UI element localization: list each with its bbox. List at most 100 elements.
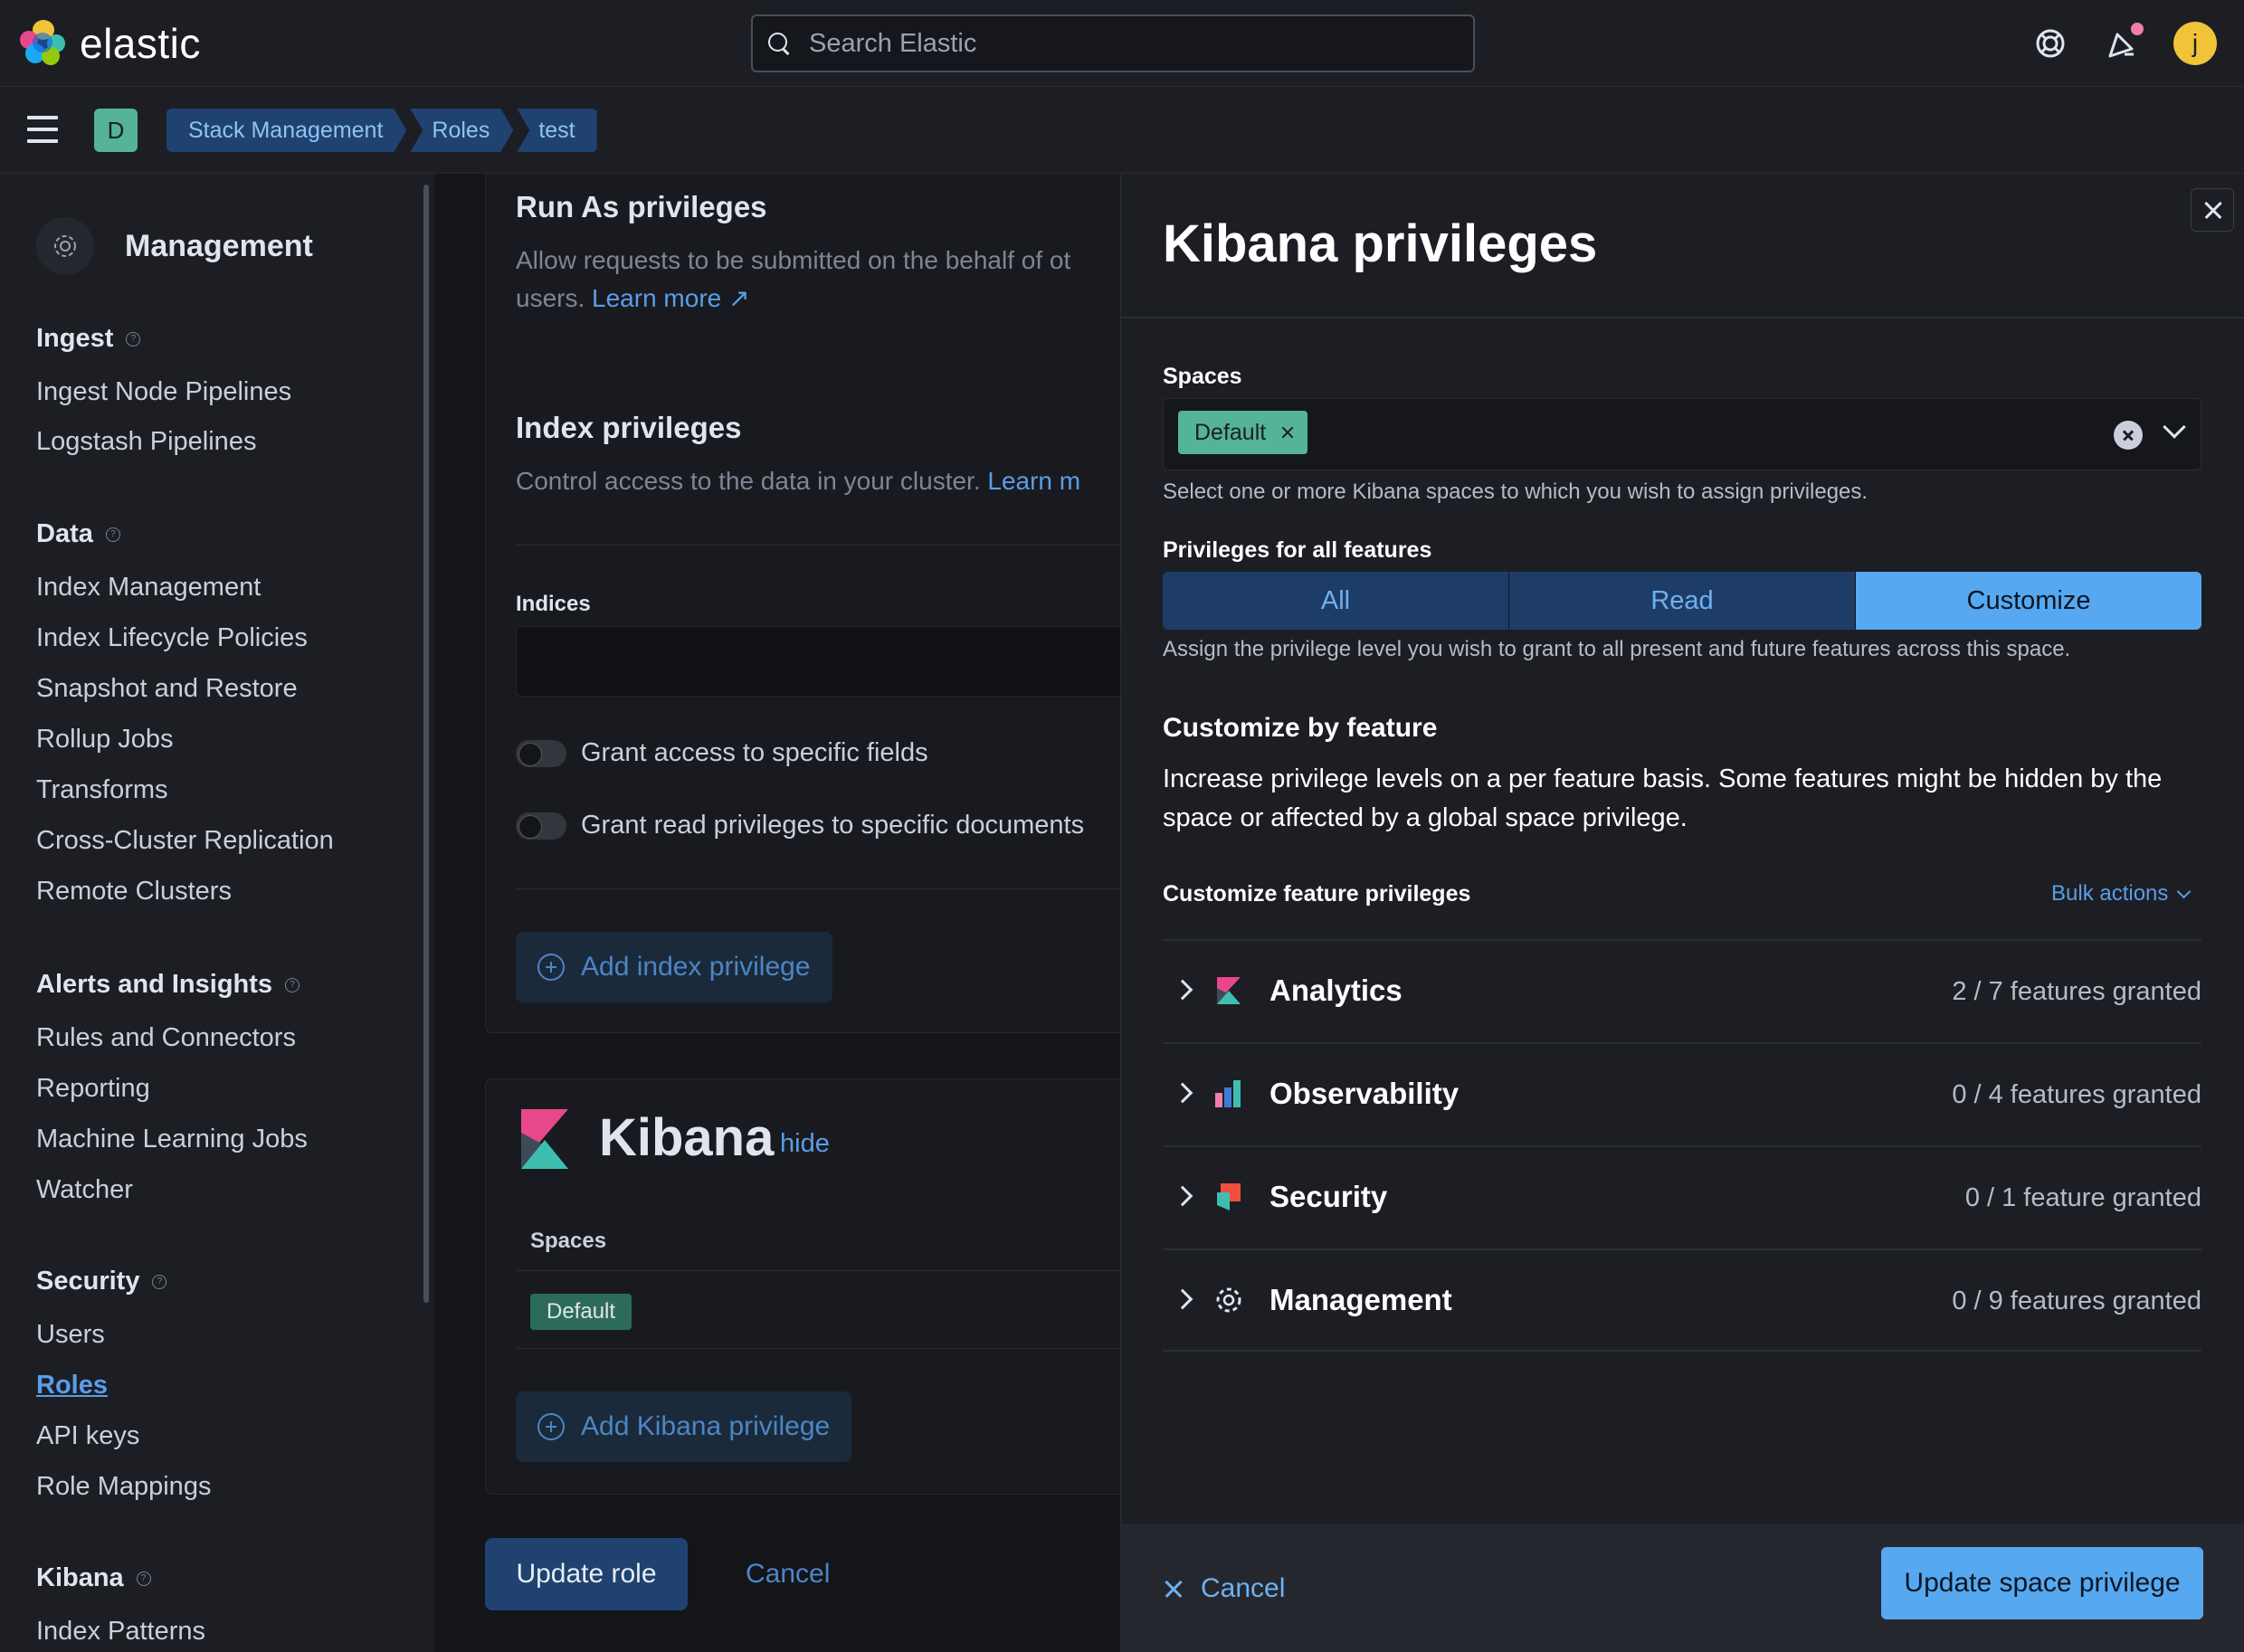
info-icon: ? [105,527,120,542]
divider [516,1270,1122,1271]
learn-more-link[interactable]: Learn more [592,284,721,312]
hide-kibana-link[interactable]: hide [780,1129,830,1159]
flyout-title: Kibana privileges [1163,214,1598,273]
menu-toggle-icon[interactable] [27,116,58,143]
flyout-cancel-button[interactable]: Cancel [1163,1563,1285,1614]
sidebar-item-ingest-node-pipelines[interactable]: Ingest Node Pipelines [36,377,291,407]
chevron-right-icon[interactable] [1172,1082,1193,1104]
feature-count: 2 / 7 features granted [1952,977,2201,1006]
gear-icon [36,217,94,275]
privilege-all-button[interactable]: All [1163,572,1509,630]
breadcrumb-bar: D Stack Management Roles test [0,87,2244,174]
sidebar-item-cross-cluster-replication[interactable]: Cross-Cluster Replication [36,826,334,856]
sidebar-item-snapshot-and-restore[interactable]: Snapshot and Restore [36,674,298,704]
sidebar-item-reporting[interactable]: Reporting [36,1074,150,1104]
news-feed-icon[interactable] [2101,22,2144,65]
indices-input[interactable] [516,626,1122,697]
indices-label: Indices [516,592,591,616]
add-index-privilege-button[interactable]: Add index privilege [516,932,832,1002]
selected-space-pill: Default [1178,411,1308,454]
chevron-right-icon[interactable] [1172,1288,1193,1310]
sidebar-item-index-patterns[interactable]: Index Patterns [36,1617,205,1647]
info-icon: ? [285,977,300,992]
bulk-actions-button[interactable]: Bulk actions [2051,881,2192,907]
remove-space-icon[interactable] [1280,426,1293,439]
sidebar-item-rollup-jobs[interactable]: Rollup Jobs [36,725,174,755]
feature-name: Analytics [1269,973,1402,1007]
breadcrumb-stack-management[interactable]: Stack Management [166,109,406,152]
sidebar-item-machine-learning-jobs[interactable]: Machine Learning Jobs [36,1125,308,1154]
chevron-right-icon[interactable] [1172,979,1193,1001]
feature-row-security[interactable]: Security 0 / 1 feature granted [1163,1145,2201,1248]
feature-count: 0 / 4 features granted [1952,1080,2201,1109]
help-icon[interactable] [2029,22,2072,65]
sidebar-group-kibana: Kibana? [36,1563,151,1593]
spaces-column-header: Spaces [530,1229,607,1253]
info-icon: ? [152,1274,167,1289]
sidebar-item-role-mappings[interactable]: Role Mappings [36,1472,211,1502]
breadcrumb-current: test [517,109,597,152]
top-header: elastic Search Elastic j [0,0,2244,87]
sidebar-scrollbar[interactable] [423,185,429,1303]
sidebar-item-rules-and-connectors[interactable]: Rules and Connectors [36,1023,296,1053]
kibana-logo-icon [521,1109,568,1169]
feature-row-observability[interactable]: Observability 0 / 4 features granted [1163,1042,2201,1145]
chevron-right-icon[interactable] [1172,1185,1193,1207]
privileges-label: Privileges for all features [1163,537,1432,563]
spaces-help-text: Select one or more Kibana spaces to whic… [1163,479,1868,504]
search-placeholder: Search Elastic [809,28,977,58]
grant-documents-toggle[interactable] [516,812,566,840]
feature-privileges-label: Customize feature privileges [1163,881,1471,907]
feature-name: Observability [1269,1077,1460,1110]
privileges-help-text: Assign the privilege level you wish to g… [1163,637,2071,661]
run-as-description-2: users. Learn more ↗ [516,284,750,312]
breadcrumb-roles[interactable]: Roles [410,109,513,152]
add-kibana-privilege-button[interactable]: Add Kibana privilege [516,1391,852,1462]
privilege-read-button[interactable]: Read [1509,572,1856,630]
privilege-customize-button[interactable]: Customize [1856,572,2201,630]
clear-selection-icon[interactable] [2114,421,2143,450]
feature-name: Management [1269,1283,1452,1316]
sidebar-item-transforms[interactable]: Transforms [36,775,168,805]
logo-text: elastic [80,20,201,67]
chevron-down-icon[interactable] [2163,415,2186,439]
sidebar-item-remote-clusters[interactable]: Remote Clusters [36,877,232,907]
feature-row-management[interactable]: Management 0 / 9 features granted [1163,1248,2201,1352]
learn-more-link[interactable]: Learn m [987,467,1080,495]
feature-name: Security [1269,1180,1388,1213]
breadcrumb: Stack Management Roles test [166,109,601,152]
info-icon: ? [126,331,141,347]
kibana-logo-icon [1213,975,1244,1006]
plus-circle-icon [537,1413,565,1440]
customize-description: Increase privilege levels on a per featu… [1163,764,2163,832]
sidebar-item-roles[interactable]: Roles [36,1371,108,1400]
sidebar-item-watcher[interactable]: Watcher [36,1175,133,1205]
sidebar-group-ingest: Ingest? [36,324,141,354]
sidebar-item-index-lifecycle-policies[interactable]: Index Lifecycle Policies [36,623,308,653]
role-editor-main: Run As privileges Allow requests to be s… [434,174,1122,1652]
sidebar-item-index-management[interactable]: Index Management [36,573,261,603]
cancel-role-button[interactable]: Cancel [746,1538,830,1610]
divider [516,1348,1122,1349]
space-avatar[interactable]: D [94,109,138,152]
sidebar-item-api-keys[interactable]: API keys [36,1421,139,1451]
elastic-logo[interactable]: elastic [20,18,201,69]
privilege-button-group: All Read Customize [1163,572,2201,630]
spaces-combobox[interactable]: Default [1163,398,2201,470]
external-link-icon: ↗ [728,284,750,312]
space-badge-default: Default [530,1294,632,1330]
update-space-privilege-button[interactable]: Update space privilege [1881,1547,2203,1619]
sidebar-item-logstash-pipelines[interactable]: Logstash Pipelines [36,427,256,457]
close-icon[interactable] [2191,188,2234,232]
grant-fields-toggle[interactable] [516,740,566,767]
update-role-button[interactable]: Update role [485,1538,688,1610]
sidebar-group-alerts-and-insights: Alerts and Insights? [36,970,300,1000]
sidebar-item-users[interactable]: Users [36,1320,105,1350]
user-avatar[interactable]: j [2173,22,2217,65]
gear-icon [1213,1285,1244,1315]
feature-row-analytics[interactable]: Analytics 2 / 7 features granted [1163,939,2201,1042]
feature-count: 0 / 9 features granted [1952,1286,2201,1315]
sidebar-title: Management [125,228,313,263]
divider [516,545,1122,546]
search-input[interactable]: Search Elastic [751,14,1475,72]
